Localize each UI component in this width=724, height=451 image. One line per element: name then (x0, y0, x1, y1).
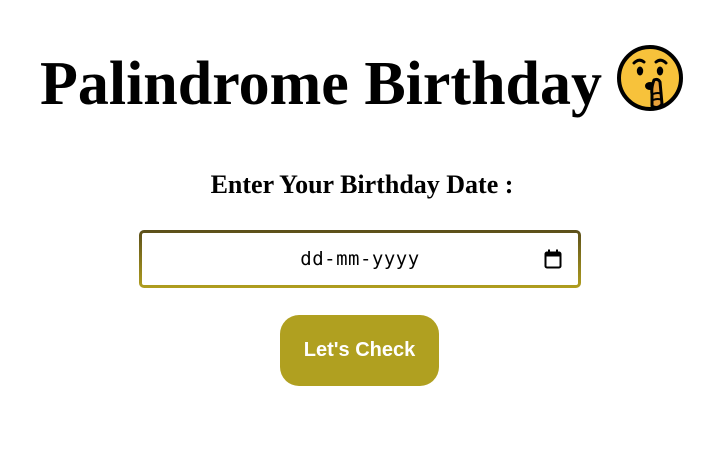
birthday-label: Enter Your Birthday Date : (210, 170, 514, 199)
page-title-text: Palindrome Birthday (39, 50, 603, 118)
page-title: Palindrome Birthday (0, 44, 724, 120)
shushing-face-icon (617, 45, 684, 111)
birthday-date-input[interactable]: dd-mm-yyyy (139, 230, 581, 288)
date-placeholder-text[interactable]: dd-mm-yyyy (142, 233, 578, 285)
calendar-icon[interactable] (544, 249, 562, 269)
lets-check-button[interactable]: Let's Check (280, 315, 439, 386)
